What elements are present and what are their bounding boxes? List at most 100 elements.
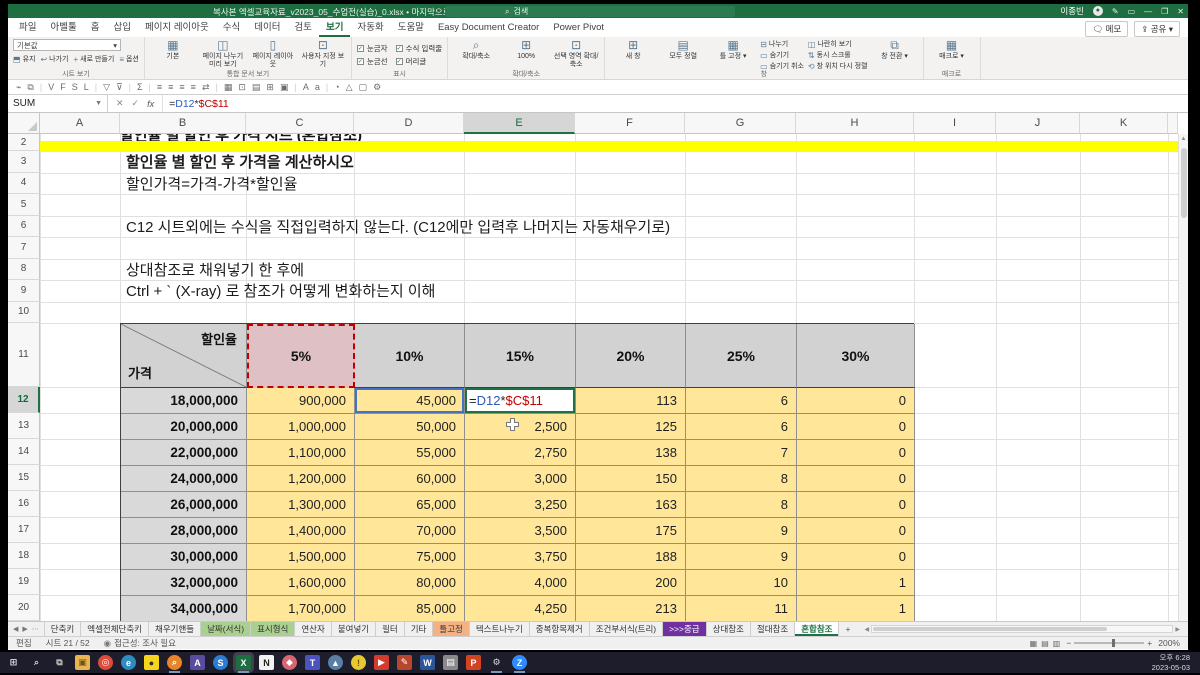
qat-icon-28[interactable]: ◔ xyxy=(334,82,339,92)
value-cell[interactable]: 7 xyxy=(686,440,797,466)
blender-app-icon[interactable]: ▲ xyxy=(328,655,343,670)
scrollbar-thumb[interactable] xyxy=(1181,148,1187,218)
row-header-4[interactable]: 4 xyxy=(8,173,40,195)
tab-검토[interactable]: 검토 xyxy=(288,18,319,37)
value-cell[interactable]: 4,000 xyxy=(465,570,576,596)
qat-icon-3[interactable]: V xyxy=(48,82,54,92)
value-cell[interactable]: 85,000 xyxy=(355,596,465,621)
sheet-tab-중복항목제거[interactable]: 중복항목제거 xyxy=(530,622,590,636)
value-cell[interactable]: 6 xyxy=(686,388,797,414)
zoom-slider[interactable] xyxy=(1074,642,1144,644)
value-cell[interactable]: 55,000 xyxy=(355,440,465,466)
workbook-views-button[interactable]: ⊡사용자 지정 보기 xyxy=(300,39,346,69)
start-button[interactable]: ⊞ xyxy=(6,655,21,670)
sheet-scroll-left-icon[interactable]: ◀ xyxy=(13,625,18,633)
value-cell[interactable]: 1,100,000 xyxy=(247,440,355,466)
sheet-tab-텍스트나누기[interactable]: 텍스트나누기 xyxy=(470,622,530,636)
tab-아벨툴[interactable]: 아벨툴 xyxy=(43,18,83,37)
qat-icon-16[interactable]: ≡ xyxy=(191,82,196,92)
sheet-tab-표시형식[interactable]: 표시형식 xyxy=(251,622,295,636)
pencil-icon[interactable]: ✎ xyxy=(1112,7,1119,16)
header-cell-30%[interactable]: 30% xyxy=(797,324,915,388)
qat-icon-5[interactable]: S xyxy=(72,82,78,92)
column-header-A[interactable]: A xyxy=(40,113,120,134)
column-header-K[interactable]: K xyxy=(1080,113,1168,134)
idea-app-icon[interactable]: ! xyxy=(351,655,366,670)
value-cell[interactable]: 0 xyxy=(797,544,915,570)
vertical-scrollbar[interactable]: ▲ xyxy=(1178,134,1188,621)
sheet-tab-혼합참조[interactable]: 혼합참조 xyxy=(795,622,839,636)
sheet-tab-절대참조[interactable]: 절대참조 xyxy=(751,622,795,636)
teams-app-icon[interactable]: T xyxy=(305,655,320,670)
column-header-J[interactable]: J xyxy=(996,113,1080,134)
taskbar-clock[interactable]: 오후 6:282023-05-03 xyxy=(1152,653,1190,673)
zoom-app-icon[interactable]: Z xyxy=(512,655,527,670)
value-cell[interactable]: 125 xyxy=(576,414,686,440)
value-cell[interactable]: 0 xyxy=(797,492,915,518)
value-cell[interactable]: 213 xyxy=(576,596,686,621)
tool-app-icon[interactable]: ✎ xyxy=(397,655,412,670)
value-cell[interactable]: 1 xyxy=(797,596,915,621)
price-cell[interactable]: 34,000,000 xyxy=(121,596,247,621)
zoom-in-button[interactable]: + xyxy=(1147,638,1152,648)
qat-icon-6[interactable]: L xyxy=(84,82,89,92)
qat-icon-17[interactable]: ⇄ xyxy=(202,82,210,93)
qat-icon-0[interactable]: ⌁ xyxy=(16,82,21,93)
column-header-F[interactable]: F xyxy=(575,113,685,134)
qat-icon-9[interactable]: ⊽ xyxy=(116,82,123,93)
checkbox-눈금선[interactable]: ✓눈금선 xyxy=(357,56,388,67)
row-header-18[interactable]: 18 xyxy=(8,543,40,569)
window-button[interactable]: ▦틀 고정 ▾ xyxy=(710,39,756,61)
value-cell[interactable]: 3,500 xyxy=(465,518,576,544)
value-cell[interactable]: 2,750 xyxy=(465,440,576,466)
workbook-views-button[interactable]: ◫페이지 나누기 미리 보기 xyxy=(200,39,246,69)
qat-icon-13[interactable]: ≡ xyxy=(157,82,162,92)
row-header-5[interactable]: 5 xyxy=(8,194,40,216)
row-header-3[interactable]: 3 xyxy=(8,151,40,173)
row-header-17[interactable]: 17 xyxy=(8,517,40,543)
chrome-icon[interactable]: ◎ xyxy=(98,655,113,670)
row-header-16[interactable]: 16 xyxy=(8,491,40,517)
value-cell[interactable]: 75,000 xyxy=(355,544,465,570)
workbook-views-button[interactable]: ▯페이지 레이아웃 xyxy=(250,39,296,69)
qat-icon-30[interactable]: ▢ xyxy=(359,82,368,93)
zoom-button[interactable]: ⌕확대/축소 xyxy=(453,39,499,61)
column-header-B[interactable]: B xyxy=(120,113,246,134)
name-box[interactable]: SUM▼ xyxy=(8,95,108,112)
normal-view-icon[interactable]: ▦ xyxy=(1030,639,1038,648)
window-button[interactable]: ⊞새 창 xyxy=(610,39,656,61)
search-input[interactable]: ⌕검색 xyxy=(445,6,735,17)
value-cell[interactable]: 3,250 xyxy=(465,492,576,518)
skype-icon[interactable]: S xyxy=(213,655,228,670)
task-view-icon[interactable]: ⧉ xyxy=(52,655,67,670)
sheet-more-icon[interactable]: ⋯ xyxy=(32,625,39,633)
ribbon-display-icon[interactable]: ▭ xyxy=(1128,7,1136,16)
value-cell[interactable]: 138 xyxy=(576,440,686,466)
tab-데이터[interactable]: 데이터 xyxy=(247,18,287,37)
powerpoint-app-icon[interactable]: P xyxy=(466,655,481,670)
value-cell[interactable]: 8 xyxy=(686,492,797,518)
tab-파일[interactable]: 파일 xyxy=(12,18,43,37)
price-cell[interactable]: 20,000,000 xyxy=(121,414,247,440)
qat-icon-4[interactable]: F xyxy=(60,82,66,92)
excel-icon[interactable]: X xyxy=(236,655,251,670)
formula-input[interactable]: =D12*$C$11 xyxy=(163,95,1188,112)
close-button[interactable]: ✕ xyxy=(1177,7,1184,16)
value-cell[interactable]: 9 xyxy=(686,518,797,544)
sheet-tab-붙여넣기[interactable]: 붙여넣기 xyxy=(332,622,376,636)
window-button[interactable]: ▤모두 정렬 xyxy=(660,39,706,61)
sheet-view-dropdown[interactable]: 기본값▾ xyxy=(13,39,121,51)
value-cell[interactable]: 188 xyxy=(576,544,686,570)
scroll-up-icon[interactable]: ▲ xyxy=(1179,134,1188,142)
price-cell[interactable]: 28,000,000 xyxy=(121,518,247,544)
sheet-scroll-right-icon[interactable]: ▶ xyxy=(22,625,27,633)
sheet-tab-조건부서식(트리)[interactable]: 조건부서식(트리) xyxy=(590,622,663,636)
value-cell[interactable]: 0 xyxy=(797,440,915,466)
avatar[interactable]: ● xyxy=(1093,6,1103,16)
value-cell[interactable]: 60,000 xyxy=(355,466,465,492)
cancel-icon[interactable]: ✕ xyxy=(116,98,124,109)
kakaotalk-icon[interactable]: ● xyxy=(144,655,159,670)
price-cell[interactable]: 26,000,000 xyxy=(121,492,247,518)
tab-도움말[interactable]: 도움말 xyxy=(391,18,431,37)
value-cell[interactable]: 1 xyxy=(797,570,915,596)
